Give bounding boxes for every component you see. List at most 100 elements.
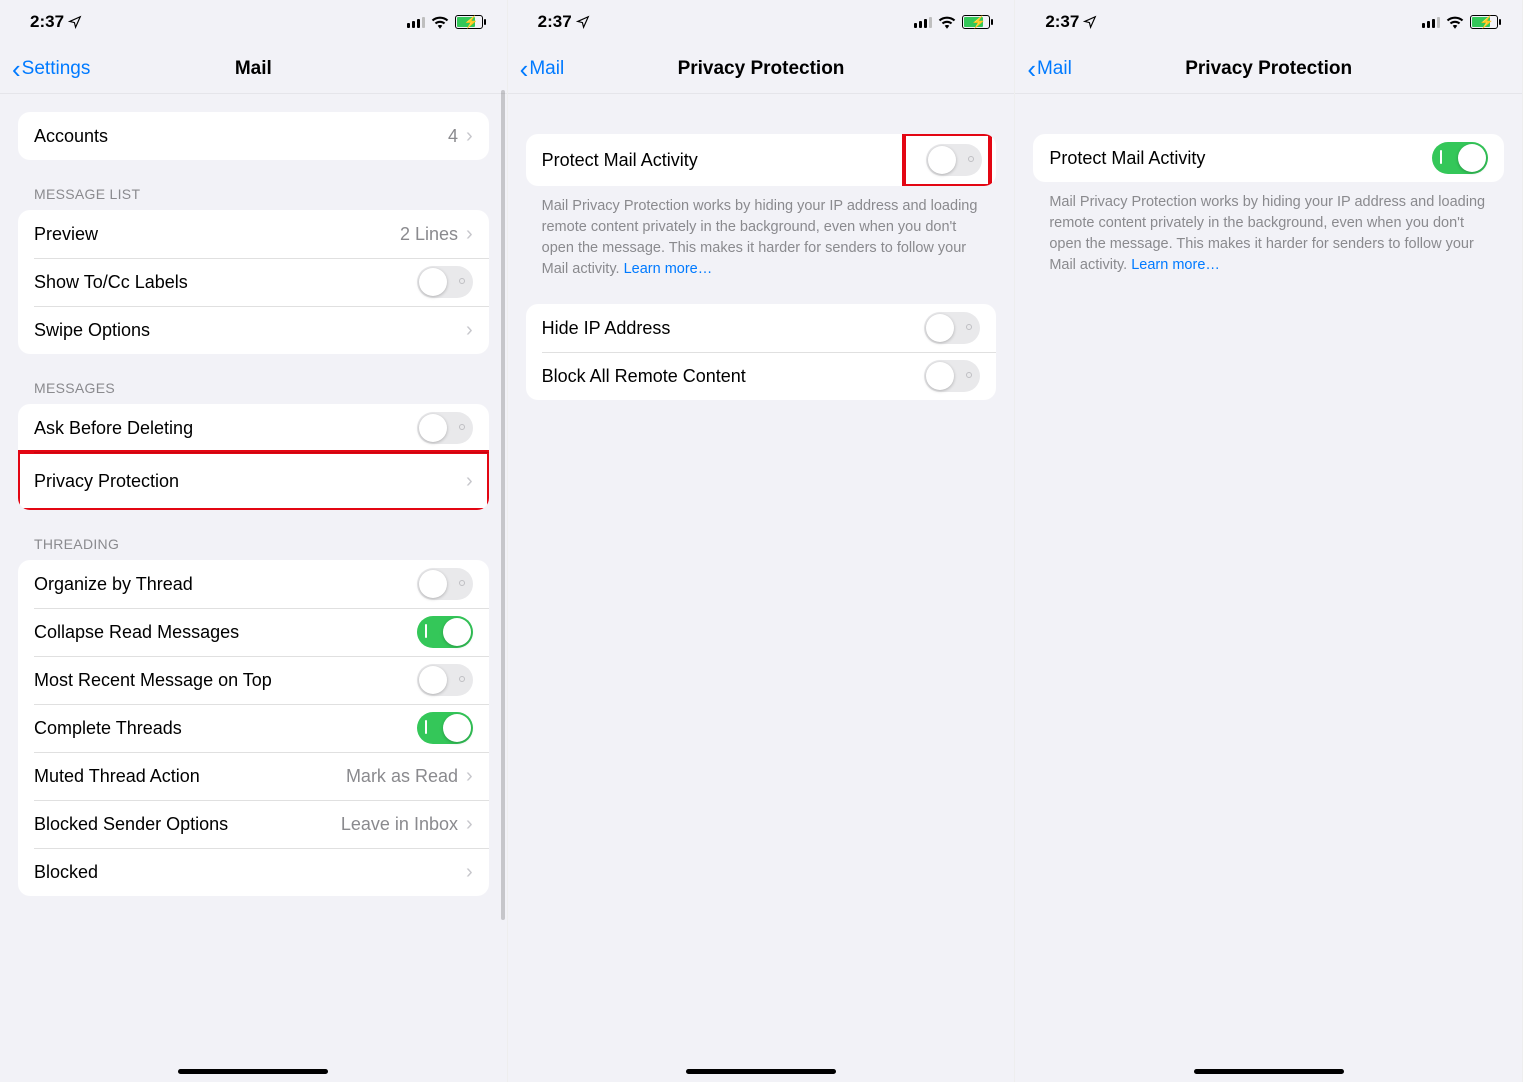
location-icon [68, 15, 82, 29]
row-value: Mark as Read [346, 766, 458, 787]
chevron-right-icon: › [466, 471, 473, 491]
complete-threads-toggle[interactable] [417, 712, 473, 744]
organize-thread-row: Organize by Thread [18, 560, 489, 608]
block-remote-toggle[interactable] [924, 360, 980, 392]
footer-text: Mail Privacy Protection works by hiding … [542, 198, 978, 277]
accounts-group: Accounts 4 › [18, 112, 489, 160]
nav-bar: ‹ Mail Privacy Protection [508, 44, 1015, 94]
blocked-sender-options-row[interactable]: Blocked Sender Options Leave in Inbox › [18, 800, 489, 848]
row-label: Accounts [34, 126, 448, 147]
nav-bar: ‹ Mail Privacy Protection [1015, 44, 1522, 94]
wifi-icon [431, 15, 449, 29]
chevron-right-icon: › [466, 862, 473, 882]
status-time: 2:37 [538, 12, 572, 32]
protect-mail-toggle[interactable] [926, 144, 982, 176]
block-remote-row: Block All Remote Content [526, 352, 997, 400]
collapse-read-row: Collapse Read Messages [18, 608, 489, 656]
muted-thread-row[interactable]: Muted Thread Action Mark as Read › [18, 752, 489, 800]
row-label: Blocked [34, 862, 466, 883]
row-label: Show To/Cc Labels [34, 272, 417, 293]
extra-options-group: Hide IP Address Block All Remote Content [526, 304, 997, 400]
back-label: Mail [1037, 58, 1072, 80]
content: Protect Mail Activity Mail Privacy Prote… [508, 134, 1015, 440]
cellular-icon [407, 16, 425, 28]
threading-group: Organize by Thread Collapse Read Message… [18, 560, 489, 896]
hide-ip-toggle[interactable] [924, 312, 980, 344]
back-button[interactable]: ‹ Mail [520, 56, 565, 82]
messages-group: Ask Before Deleting Privacy Protection › [18, 404, 489, 510]
ask-before-deleting-toggle[interactable] [417, 412, 473, 444]
protect-mail-toggle[interactable] [1432, 142, 1488, 174]
row-value: Leave in Inbox [341, 814, 458, 835]
row-label: Blocked Sender Options [34, 814, 341, 835]
row-value: 2 Lines [400, 224, 458, 245]
content: Accounts 4 › MESSAGE LIST Preview 2 Line… [0, 112, 507, 936]
status-bar: 2:37 ⚡ [1015, 0, 1522, 44]
chevron-left-icon: ‹ [12, 56, 21, 82]
content: Protect Mail Activity Mail Privacy Prote… [1015, 134, 1522, 316]
header-threading: THREADING [0, 510, 507, 560]
nav-bar: ‹ Settings Mail [0, 44, 507, 94]
privacy-footer: Mail Privacy Protection works by hiding … [508, 186, 1015, 280]
back-button[interactable]: ‹ Mail [1027, 56, 1072, 82]
location-icon [1083, 15, 1097, 29]
row-label: Hide IP Address [542, 318, 925, 339]
home-indicator[interactable] [178, 1069, 328, 1074]
chevron-right-icon: › [466, 224, 473, 244]
row-label: Muted Thread Action [34, 766, 346, 787]
accounts-row[interactable]: Accounts 4 › [18, 112, 489, 160]
row-label: Protect Mail Activity [542, 150, 905, 171]
row-label: Organize by Thread [34, 574, 417, 595]
chevron-right-icon: › [466, 126, 473, 146]
chevron-right-icon: › [466, 766, 473, 786]
complete-threads-row: Complete Threads [18, 704, 489, 752]
most-recent-row: Most Recent Message on Top [18, 656, 489, 704]
learn-more-link[interactable]: Learn more… [1131, 257, 1220, 273]
swipe-options-row[interactable]: Swipe Options › [18, 306, 489, 354]
row-label: Preview [34, 224, 400, 245]
protect-group: Protect Mail Activity [1033, 134, 1504, 182]
learn-more-link[interactable]: Learn more… [624, 261, 713, 277]
protect-mail-row: Protect Mail Activity [526, 134, 997, 186]
most-recent-toggle[interactable] [417, 664, 473, 696]
screen-privacy-off: 2:37 ⚡ ‹ Mail Privacy Protection Protect… [508, 0, 1016, 1082]
battery-icon: ⚡ [1470, 15, 1498, 29]
chevron-left-icon: ‹ [520, 56, 529, 82]
row-label: Ask Before Deleting [34, 418, 417, 439]
organize-thread-toggle[interactable] [417, 568, 473, 600]
row-label: Collapse Read Messages [34, 622, 417, 643]
show-tocc-toggle[interactable] [417, 266, 473, 298]
row-label: Block All Remote Content [542, 366, 925, 387]
collapse-read-toggle[interactable] [417, 616, 473, 648]
chevron-right-icon: › [466, 320, 473, 340]
row-label: Complete Threads [34, 718, 417, 739]
scroll-indicator [501, 90, 505, 920]
footer-text: Mail Privacy Protection works by hiding … [1049, 194, 1485, 273]
row-label: Most Recent Message on Top [34, 670, 417, 691]
blocked-row[interactable]: Blocked › [18, 848, 489, 896]
protect-mail-row: Protect Mail Activity [1033, 134, 1504, 182]
location-icon [576, 15, 590, 29]
status-bar: 2:37 ⚡ [508, 0, 1015, 44]
message-list-group: Preview 2 Lines › Show To/Cc Labels Swip… [18, 210, 489, 354]
back-label: Mail [529, 58, 564, 80]
chevron-left-icon: ‹ [1027, 56, 1036, 82]
protect-group: Protect Mail Activity [526, 134, 997, 186]
home-indicator[interactable] [686, 1069, 836, 1074]
page-title: Mail [235, 58, 272, 80]
hide-ip-row: Hide IP Address [526, 304, 997, 352]
back-button[interactable]: ‹ Settings [12, 56, 90, 82]
wifi-icon [938, 15, 956, 29]
header-messages: MESSAGES [0, 354, 507, 404]
ask-before-deleting-row: Ask Before Deleting [18, 404, 489, 452]
header-message-list: MESSAGE LIST [0, 160, 507, 210]
row-value: 4 [448, 126, 458, 147]
privacy-protection-row[interactable]: Privacy Protection › [18, 452, 489, 510]
chevron-right-icon: › [466, 814, 473, 834]
status-time: 2:37 [30, 12, 64, 32]
preview-row[interactable]: Preview 2 Lines › [18, 210, 489, 258]
screen-privacy-on: 2:37 ⚡ ‹ Mail Privacy Protection Protect… [1015, 0, 1523, 1082]
home-indicator[interactable] [1194, 1069, 1344, 1074]
screen-mail-settings: 2:37 ⚡ ‹ Settings Mail Accounts 4 › MESS… [0, 0, 508, 1082]
cellular-icon [914, 16, 932, 28]
